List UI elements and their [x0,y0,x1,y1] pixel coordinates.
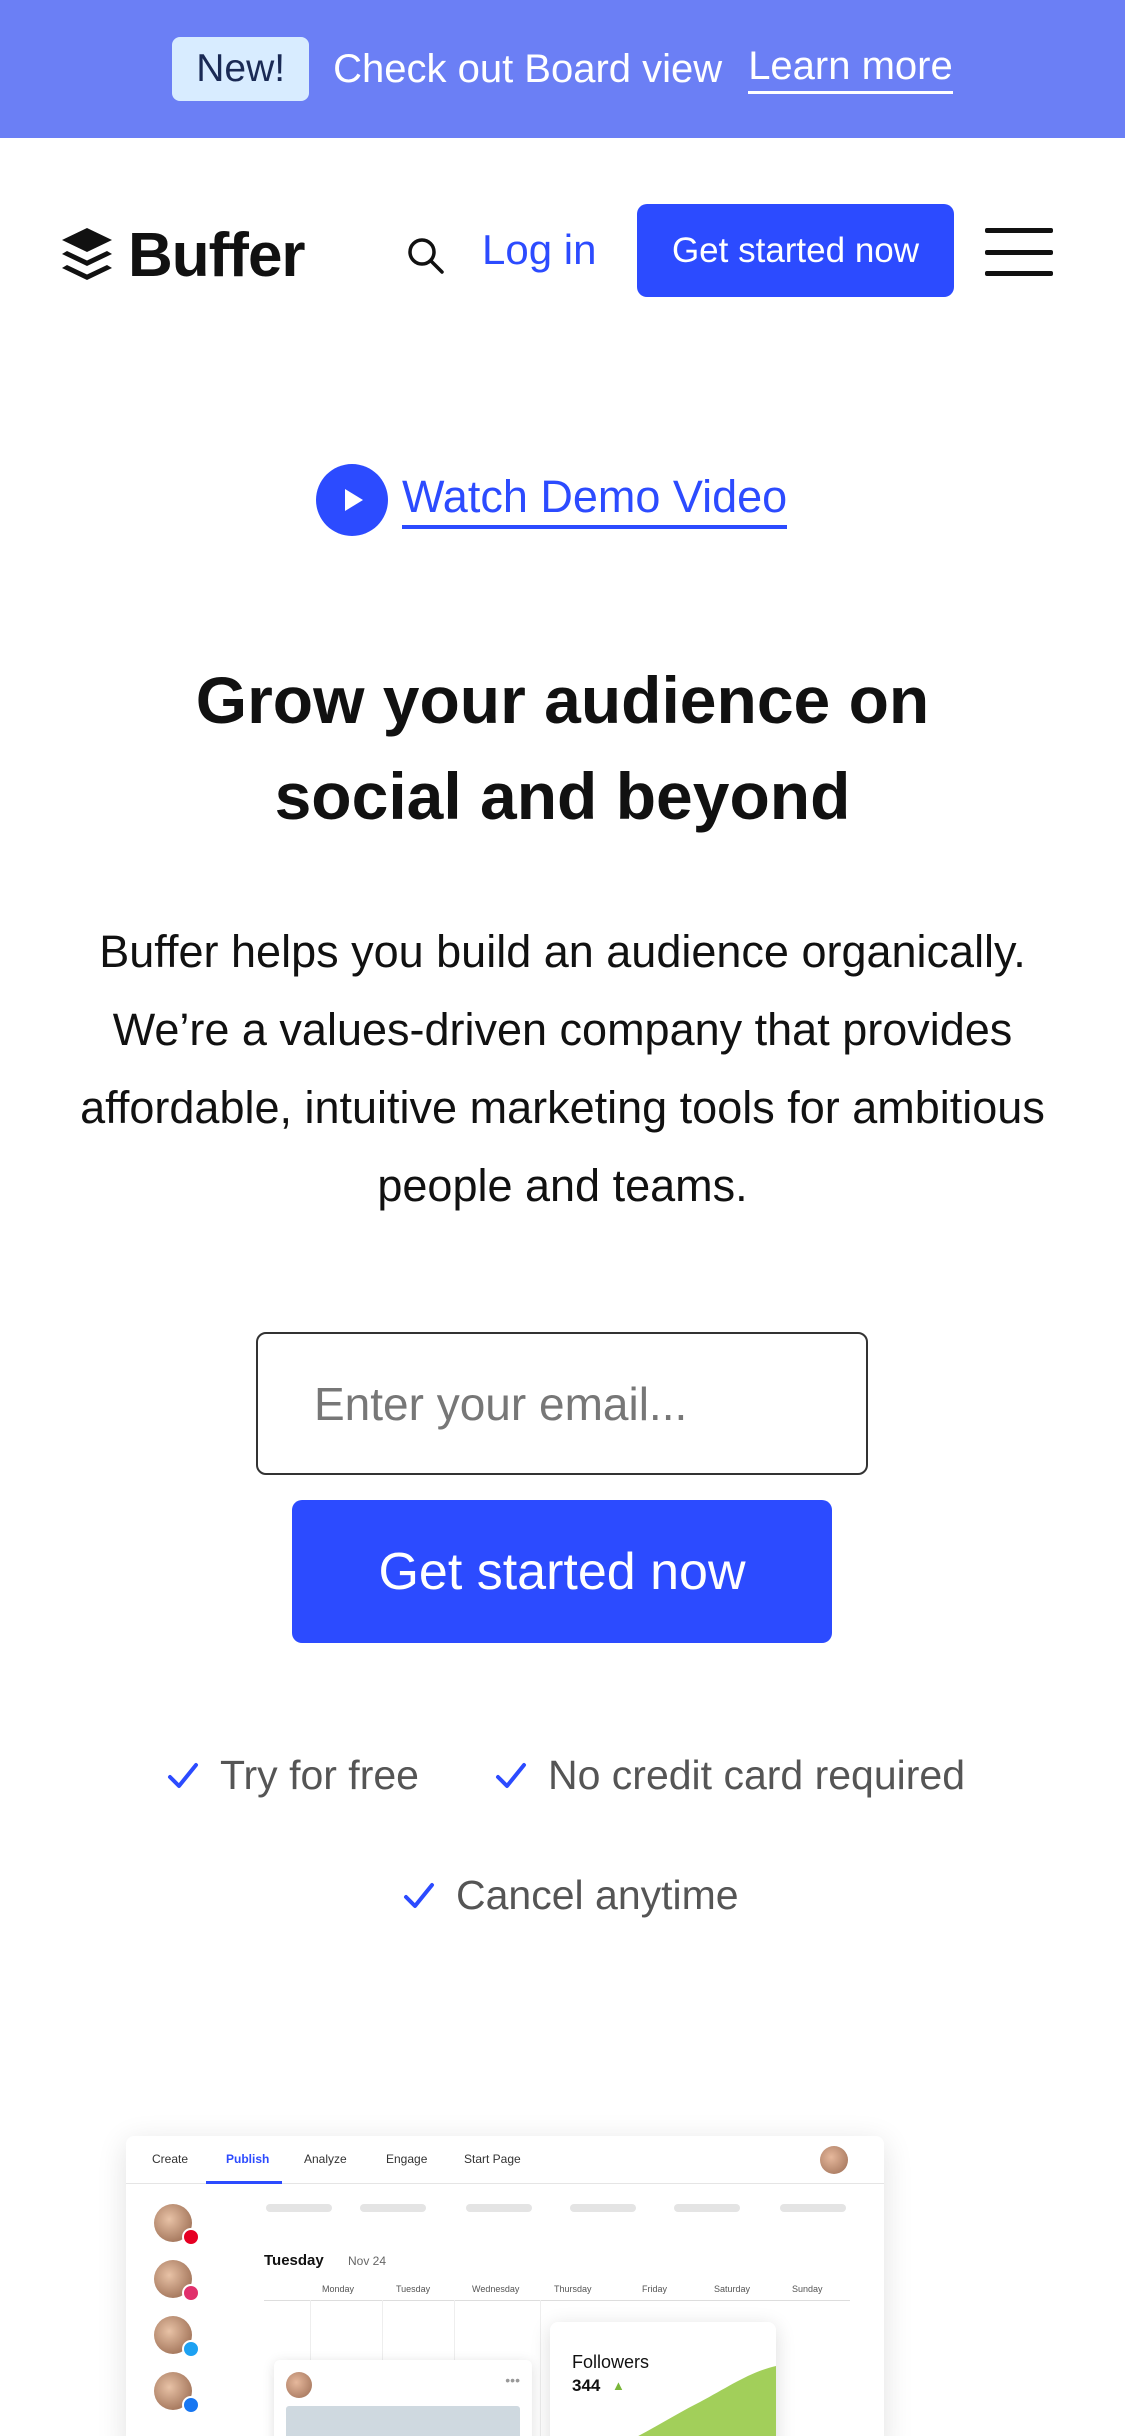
check-icon [496,1762,526,1788]
search-icon[interactable] [404,234,448,278]
facebook-icon [182,2396,200,2414]
site-header: Buffer Log in Get started now [0,138,1125,364]
weekday-label: Wednesday [472,2284,520,2294]
placeholder-bar [674,2204,740,2212]
weekday-label: Tuesday [396,2284,431,2294]
header-get-started-button[interactable]: Get started now [637,204,954,297]
login-link[interactable]: Log in [482,226,596,274]
hero-headline: Grow your audience on social and beyond [0,652,1125,844]
post-author-avatar [286,2372,312,2398]
placeholder-bar [466,2204,532,2212]
watch-demo-link[interactable]: Watch Demo Video [316,464,788,536]
check-icon [404,1882,434,1908]
scheduled-post-card: ••• [274,2360,532,2436]
twitter-icon [182,2340,200,2358]
preview-tab-start-page: Start Page [464,2152,521,2166]
announcement-bar: New! Check out Board view Learn more [0,0,1125,138]
new-badge: New! [172,37,310,101]
pinterest-icon [182,2228,200,2246]
watch-demo-label: Watch Demo Video [402,471,788,529]
preview-date: Nov 24 [348,2254,387,2268]
weekday-label: Sunday [792,2284,823,2294]
post-image [286,2406,520,2436]
check-icon [168,1762,198,1788]
headline-line-2: social and beyond [274,759,851,833]
perk-label: No credit card required [548,1752,966,1798]
announcement-text: Check out Board view [333,46,723,91]
preview-user-avatar [820,2146,848,2174]
hero-subtext: Buffer helps you build an audience organ… [80,926,1045,1211]
menu-icon[interactable] [985,228,1053,276]
placeholder-bar [266,2204,332,2212]
preview-day: Tuesday [264,2252,324,2269]
instagram-icon [182,2284,200,2302]
buffer-logo[interactable]: Buffer [60,220,306,291]
perk-label: Try for free [220,1752,419,1798]
calendar-divider [264,2300,850,2301]
perk-try-free: Try for free [166,1752,419,1799]
preview-tab-engage: Engage [386,2152,428,2166]
placeholder-bar [780,2204,846,2212]
active-tab-indicator [206,2181,282,2184]
placeholder-bar [570,2204,636,2212]
logo-text: Buffer [128,221,306,290]
weekday-label: Monday [322,2284,355,2294]
perk-label: Cancel anytime [456,1872,739,1918]
weekday-label: Friday [642,2284,668,2294]
preview-tab-create: Create [152,2152,189,2166]
more-options-icon: ••• [505,2372,520,2388]
placeholder-bar [360,2204,426,2212]
calendar-column-line [540,2300,541,2436]
play-icon [316,464,388,536]
preview-tab-analyze: Analyze [304,2152,347,2166]
hero-get-started-button[interactable]: Get started now [292,1500,832,1643]
followers-card: Followers 344 ▲ [550,2322,776,2436]
headline-line-1: Grow your audience on [195,663,930,737]
followers-growth-graph [638,2366,776,2436]
preview-tabs: Create Publish Analyze Engage Start Page [126,2136,884,2184]
buffer-stack-icon [62,227,112,280]
perk-no-credit-card: No credit card required [494,1752,965,1799]
perk-cancel-anytime: Cancel anytime [402,1872,739,1919]
learn-more-link[interactable]: Learn more [748,44,953,94]
email-input[interactable] [256,1332,868,1475]
weekday-label: Thursday [554,2284,592,2294]
weekday-label: Saturday [714,2284,751,2294]
preview-tab-publish: Publish [226,2152,270,2166]
